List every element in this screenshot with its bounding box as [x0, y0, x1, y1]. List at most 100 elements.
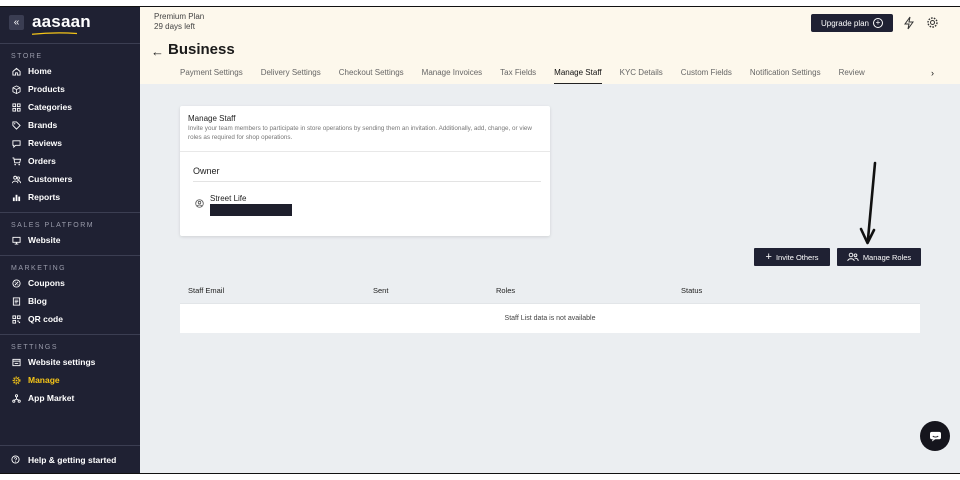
column-header-roles[interactable]: Roles — [496, 286, 515, 295]
home-icon — [11, 66, 21, 76]
sidebar-item-label: Blog — [28, 296, 47, 306]
chat-icon — [11, 138, 21, 148]
sidebar-item-manage[interactable]: Manage — [0, 371, 140, 389]
tab-tax-fields[interactable]: Tax Fields — [500, 68, 536, 84]
sidebar-item-label: Products — [28, 84, 65, 94]
tab-notification-settings[interactable]: Notification Settings — [750, 68, 821, 84]
sidebar-item-website-settings[interactable]: Website settings — [0, 353, 140, 371]
sidebar-divider — [0, 255, 140, 256]
owner-heading: Owner — [193, 166, 220, 176]
users-icon — [11, 174, 21, 184]
sidebar-item-label: Customers — [28, 174, 73, 184]
chat-bubble-icon — [929, 431, 941, 442]
users-icon — [847, 252, 859, 262]
manage-roles-label: Manage Roles — [862, 252, 912, 262]
tab-payment-settings[interactable]: Payment Settings — [180, 68, 243, 84]
tab-manage-staff[interactable]: Manage Staff — [554, 68, 603, 84]
sidebar-item-label: App Market — [28, 393, 75, 403]
annotation-arrow-icon — [859, 161, 877, 245]
tab-delivery-settings[interactable]: Delivery Settings — [261, 68, 321, 84]
card-divider — [180, 151, 550, 152]
section-title-settings: SETTINGS — [11, 344, 59, 351]
chevron-right-icon[interactable]: › — [931, 68, 934, 78]
staff-table: Staff Email Sent Roles Status Staff List… — [180, 277, 920, 333]
gear-icon — [11, 375, 21, 385]
box-icon — [11, 84, 21, 94]
sidebar-item-label: Reports — [28, 192, 61, 202]
sidebar-divider — [0, 212, 140, 213]
section-title-sales-platform: SALES PLATFORM — [11, 222, 95, 229]
sidebar-item-brands[interactable]: Brands — [0, 116, 140, 134]
sidebar-item-label: QR code — [28, 314, 63, 324]
sidebar-item-orders[interactable]: Orders — [0, 152, 140, 170]
settings-gear-icon[interactable] — [926, 16, 939, 29]
page-header: Premium Plan 29 days left Upgrade plan +… — [140, 7, 960, 84]
plan-info: Premium Plan 29 days left — [154, 12, 204, 32]
logo-text: aasaan — [32, 12, 91, 31]
tab-custom-fields[interactable]: Custom Fields — [681, 68, 732, 84]
column-header-staff-email[interactable]: Staff Email — [188, 286, 224, 295]
section-title-store: STORE — [11, 53, 43, 60]
plus-circle-icon: + — [873, 18, 884, 28]
sidebar-item-label: Website — [28, 235, 61, 245]
sidebar-item-website[interactable]: Website — [0, 231, 140, 249]
redacted-owner-email — [210, 204, 292, 216]
sidebar-item-label: Website settings — [28, 357, 96, 367]
sidebar-item-home[interactable]: Home — [0, 62, 140, 80]
back-arrow-icon[interactable]: ← — [151, 44, 164, 59]
tab-review[interactable]: Review — [839, 68, 865, 84]
sidebar-item-customers[interactable]: Customers — [0, 170, 140, 188]
card-title: Manage Staff — [188, 114, 236, 123]
user-circle-icon — [195, 199, 204, 208]
bar-chart-icon — [11, 192, 21, 202]
tab-checkout-settings[interactable]: Checkout Settings — [339, 68, 404, 84]
manage-roles-button[interactable]: Manage Roles — [837, 248, 921, 266]
table-header: Staff Email Sent Roles Status — [180, 277, 920, 303]
column-header-sent[interactable]: Sent — [373, 286, 388, 295]
sidebar-divider — [0, 43, 140, 44]
sidebar-item-coupons[interactable]: Coupons — [0, 274, 140, 292]
qr-icon — [11, 314, 21, 324]
sidebar-item-label: Orders — [28, 156, 56, 166]
collapse-sidebar-button[interactable]: « — [9, 14, 24, 30]
sidebar-item-categories[interactable]: Categories — [0, 98, 140, 116]
help-link[interactable]: Help & getting started — [0, 445, 140, 473]
sidebar-item-qr-code[interactable]: QR code — [0, 310, 140, 328]
upgrade-plan-button[interactable]: Upgrade plan + — [811, 14, 893, 32]
sidebar-item-reviews[interactable]: Reviews — [0, 134, 140, 152]
network-icon — [11, 393, 21, 403]
owner-divider — [193, 181, 541, 182]
tab-kyc-details[interactable]: KYC Details — [620, 68, 663, 84]
invite-others-button[interactable]: + Invite Others — [754, 248, 830, 266]
sidebar-item-label: Coupons — [28, 278, 65, 288]
grid-icon — [11, 102, 21, 112]
sidebar-item-label: Brands — [28, 120, 58, 130]
section-title-marketing: MARKETING — [11, 265, 67, 272]
sidebar-item-reports[interactable]: Reports — [0, 188, 140, 206]
plan-name: Premium Plan — [154, 12, 205, 21]
app-window: « aasaan STORE Home Products Categories … — [0, 6, 960, 474]
invite-others-label: Invite Others — [775, 252, 819, 262]
tab-manage-invoices[interactable]: Manage Invoices — [422, 68, 482, 84]
sidebar: « aasaan STORE Home Products Categories … — [0, 7, 140, 473]
sidebar-item-label: Reviews — [28, 138, 63, 148]
sidebar-item-app-market[interactable]: App Market — [0, 389, 140, 407]
sidebar-item-label: Home — [28, 66, 52, 76]
logo-swoosh-icon — [32, 32, 77, 35]
lightning-icon[interactable] — [903, 16, 915, 30]
settings-tabs: Payment Settings Delivery Settings Check… — [180, 68, 883, 84]
table-empty-state: Staff List data is not available — [180, 303, 920, 332]
tag-icon — [11, 120, 21, 130]
percent-icon — [11, 278, 21, 288]
plan-days-left: 29 days left — [154, 22, 195, 31]
brand-bar: « aasaan — [0, 7, 140, 37]
column-header-status[interactable]: Status — [681, 286, 702, 295]
browser-icon — [11, 357, 21, 367]
sidebar-item-products[interactable]: Products — [0, 80, 140, 98]
sidebar-item-blog[interactable]: Blog — [0, 292, 140, 310]
document-icon — [11, 296, 21, 306]
logo[interactable]: aasaan — [32, 12, 91, 35]
support-chat-button[interactable] — [920, 421, 950, 451]
sidebar-item-label: Categories — [28, 102, 72, 112]
sidebar-divider — [0, 334, 140, 335]
